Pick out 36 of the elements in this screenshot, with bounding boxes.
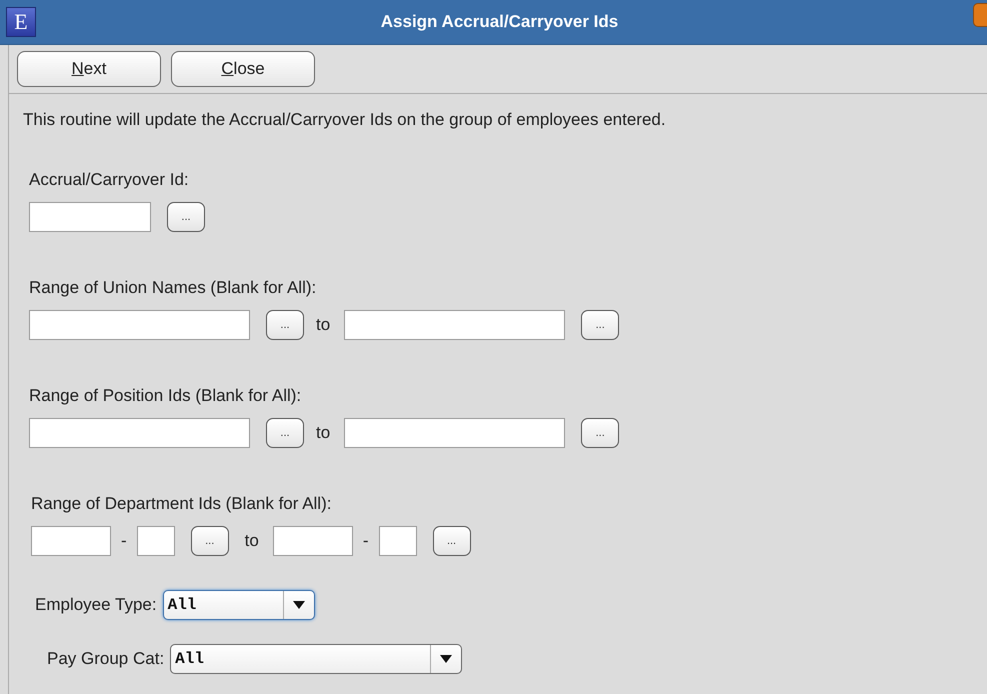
intro-text: This routine will update the Accrual/Carryover Ids on the group of employees entered. — [23, 110, 667, 130]
input-field[interactable] — [344, 418, 566, 448]
input-field[interactable] — [29, 202, 151, 232]
close-button[interactable]: Close — [171, 51, 315, 87]
input-field[interactable] — [29, 310, 250, 340]
input-field[interactable] — [378, 526, 417, 556]
field-label: Range of Union Names (Blank for All): — [29, 278, 318, 298]
field-label: Employee Type: — [35, 595, 157, 615]
app-logo: E — [6, 7, 36, 37]
input-field[interactable] — [344, 310, 566, 340]
lookup-button[interactable]: ... — [266, 310, 304, 340]
field-label: Range of Position Ids (Blank for All): — [29, 386, 302, 406]
field-label: Accrual/Carryover Id: — [29, 170, 190, 190]
dropdown[interactable]: All — [162, 590, 315, 620]
input-field[interactable] — [272, 526, 353, 556]
to-label: to — [316, 423, 330, 443]
field-label: Range of Department Ids (Blank for All): — [31, 494, 332, 514]
lookup-button[interactable]: ... — [167, 202, 205, 232]
dash-label: - — [121, 531, 127, 551]
field-label: Pay Group Cat: — [47, 649, 164, 669]
input-field[interactable] — [31, 526, 111, 556]
lookup-button[interactable]: ... — [266, 418, 304, 448]
caret-icon — [292, 600, 306, 610]
dropdown[interactable]: All — [170, 644, 462, 674]
lookup-button[interactable]: ... — [432, 526, 471, 556]
caret-icon — [439, 654, 454, 664]
input-field[interactable] — [136, 526, 175, 556]
input-field[interactable] — [29, 418, 250, 448]
lookup-button[interactable]: ... — [190, 526, 229, 556]
dash-label: - — [362, 531, 369, 551]
lookup-button[interactable]: ... — [581, 418, 620, 448]
lookup-button[interactable]: ... — [581, 310, 620, 340]
window-title: Assign Accrual/Carryover Ids — [380, 12, 620, 32]
to-label: to — [244, 531, 259, 551]
next-button[interactable]: Next — [17, 51, 161, 87]
to-label: to — [316, 315, 330, 335]
